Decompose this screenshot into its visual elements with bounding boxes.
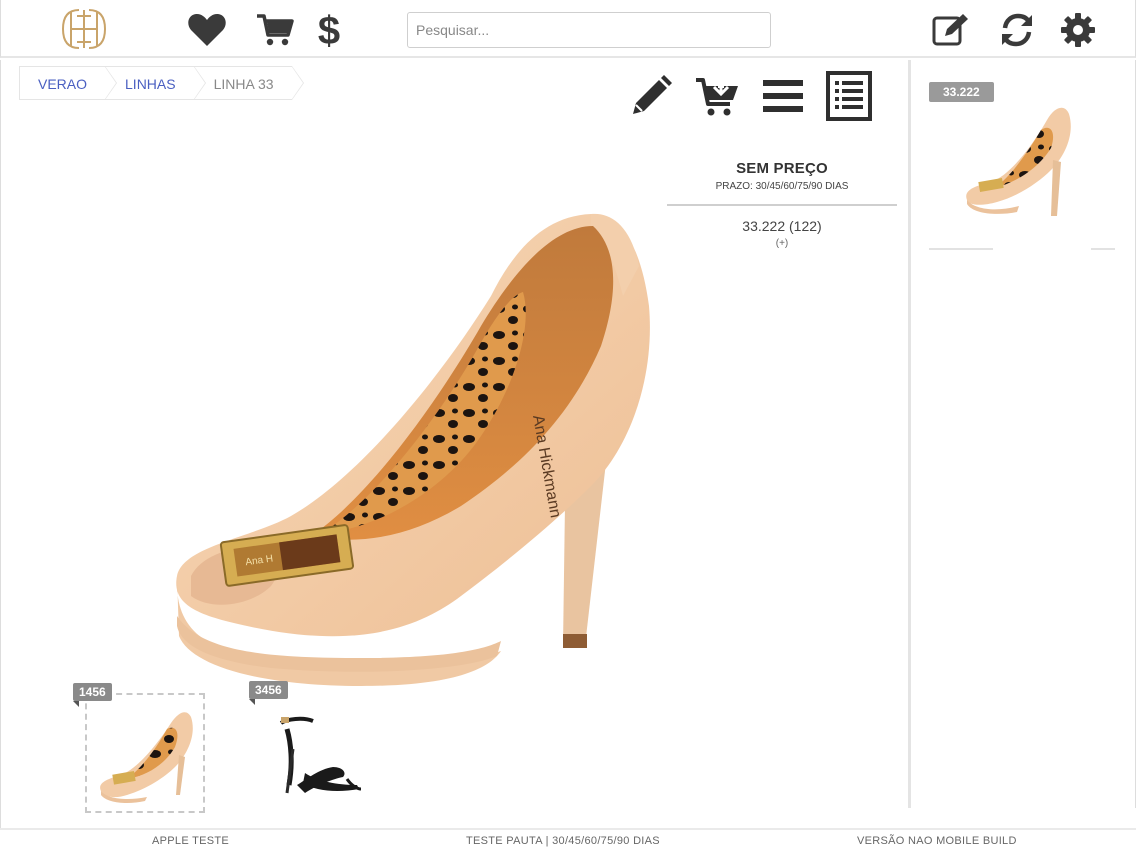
search-input[interactable] (407, 12, 771, 48)
pencil-icon (633, 75, 672, 114)
heart-icon (188, 13, 226, 46)
menu-icon (763, 80, 803, 112)
add-to-cart-button[interactable] (693, 72, 741, 120)
settings-button[interactable] (1056, 8, 1100, 52)
variant-badge: 1456 (73, 683, 112, 707)
cart-sidebar: 33.222 (908, 60, 1136, 808)
edit-note-icon (932, 14, 968, 46)
price-button[interactable]: $ (307, 8, 351, 52)
payment-terms: PRAZO: 30/45/60/75/90 DIAS (715, 181, 849, 192)
footer-user: APPLE TESTE (152, 835, 230, 847)
breadcrumb: VERAO LINHAS LINHA 33 (19, 66, 304, 102)
product-image: Ana Hickmann Ana H (176, 213, 650, 686)
edit-button[interactable] (627, 72, 675, 120)
brand-logo[interactable] (59, 6, 109, 52)
menu-button[interactable] (759, 72, 807, 120)
divider (1091, 248, 1115, 250)
variant-thumbnail-nude[interactable]: 1456 (73, 683, 205, 813)
list-document-icon (826, 71, 872, 121)
breadcrumb-item-linha-33: LINHA 33 (193, 66, 304, 100)
cart-button[interactable] (253, 8, 297, 52)
variant-image-black (279, 716, 362, 794)
gear-icon (1061, 13, 1095, 47)
price-info: SEM PREÇO PRAZO: 30/45/60/75/90 DIAS 33.… (667, 160, 897, 249)
footer: APPLE TESTE TESTE PAUTA | 30/45/60/75/90… (0, 828, 1136, 852)
logo-monogram-icon (61, 9, 107, 49)
product-detail-area: VERAO LINHAS LINHA 33 Ana Hickmann Ana H… (0, 60, 908, 828)
more-variants-link[interactable]: (+) (667, 238, 897, 249)
cart-item-image[interactable] (957, 90, 1077, 220)
cart-download-icon (696, 76, 738, 116)
divider (667, 204, 897, 206)
details-list-button[interactable] (825, 71, 873, 121)
breadcrumb-item-linhas[interactable]: LINHAS (105, 66, 206, 100)
footer-version: VERSÃO NAO MOBILE BUILD (857, 835, 1017, 847)
top-bar: $ (0, 0, 1136, 58)
refresh-icon (1002, 13, 1032, 47)
svg-text:$: $ (318, 9, 340, 51)
variant-badge: 3456 (249, 681, 288, 705)
footer-terms: TESTE PAUTA | 30/45/60/75/90 DIAS (466, 835, 660, 847)
divider (929, 248, 993, 250)
dollar-icon: $ (318, 9, 340, 51)
cart-icon (257, 14, 294, 46)
favorites-button[interactable] (185, 8, 229, 52)
price-label: SEM PREÇO (736, 160, 828, 177)
variant-thumbnail-black[interactable]: 3456 (247, 681, 367, 813)
variant-image-nude (100, 712, 193, 803)
refresh-button[interactable] (995, 8, 1039, 52)
edit-order-button[interactable] (929, 8, 973, 52)
breadcrumb-item-verao[interactable]: VERAO (19, 66, 118, 100)
product-reference: 33.222 (122) (742, 218, 822, 234)
